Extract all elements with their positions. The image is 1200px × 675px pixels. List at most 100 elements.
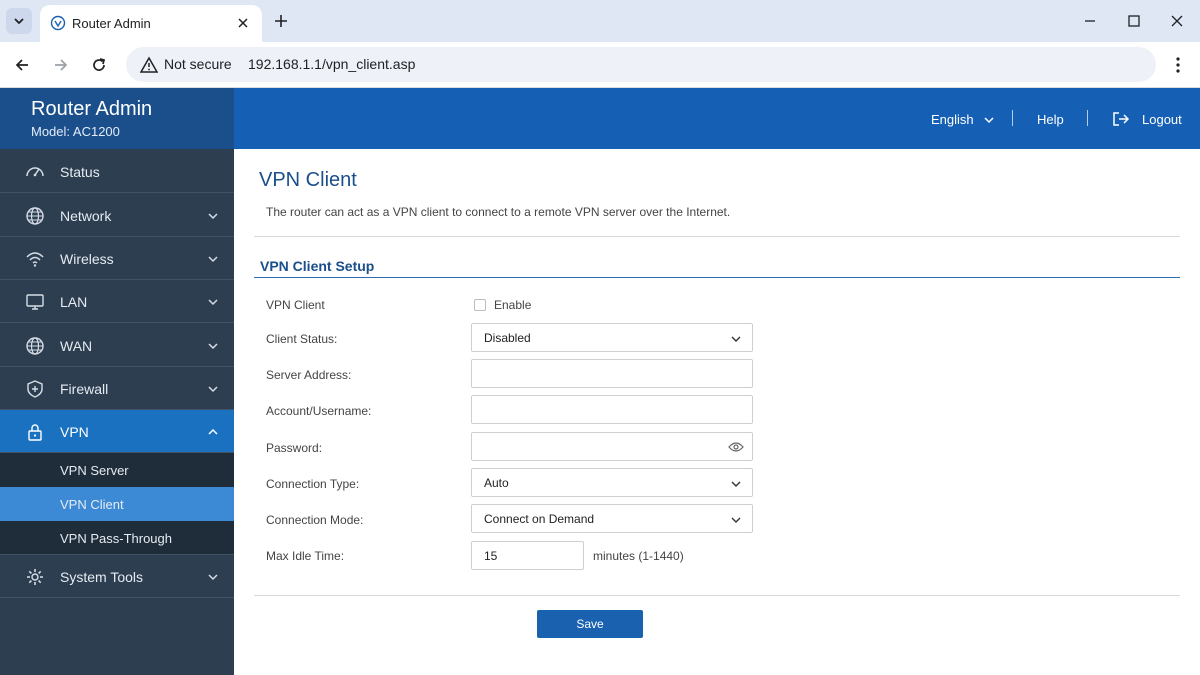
sidebar-item-system-tools[interactable]: System Tools: [0, 555, 234, 598]
chevron-down-icon: [208, 386, 218, 393]
chevron-down-icon: [208, 343, 218, 350]
connection-mode-select[interactable]: Connect on Demand: [471, 504, 753, 533]
forward-button[interactable]: [49, 53, 73, 77]
connection-mode-label: Connection Mode:: [266, 513, 364, 527]
gear-icon: [27, 569, 43, 585]
page-title: VPN Client: [259, 169, 357, 191]
close-tab-button[interactable]: [234, 14, 252, 32]
sidebar-item-label: Firewall: [60, 381, 109, 397]
chevron-down-icon: [208, 256, 218, 263]
chevron-down-icon: [731, 336, 741, 342]
max-idle-time-label: Max Idle Time:: [266, 549, 345, 563]
select-value: Auto: [484, 476, 509, 490]
eye-icon[interactable]: [728, 441, 744, 453]
globe-icon: [26, 337, 44, 355]
section-divider: [254, 277, 1180, 278]
app-title: Router Admin: [31, 98, 153, 120]
more-vertical-icon: [1176, 57, 1180, 73]
close-icon: [1171, 15, 1183, 27]
save-button[interactable]: Save: [537, 610, 643, 638]
app-header: Router Admin Model: AC1200 English Help …: [0, 88, 1200, 149]
sidebar-item-lan[interactable]: LAN: [0, 280, 234, 323]
account-username-label: Account/Username:: [266, 404, 372, 418]
lock-icon: [28, 424, 42, 441]
account-username-input[interactable]: [471, 395, 753, 424]
browser-tab[interactable]: Router Admin: [40, 5, 262, 42]
enable-label[interactable]: Enable: [494, 298, 531, 312]
address-bar[interactable]: Not secure 192.168.1.1/vpn_client.asp: [126, 47, 1156, 82]
new-tab-button[interactable]: [270, 10, 292, 32]
sidebar-item-network[interactable]: Network: [0, 194, 234, 237]
minimize-icon: [1085, 20, 1095, 22]
arrow-right-icon: [55, 59, 68, 71]
monitor-icon: [26, 294, 44, 310]
section-title: VPN Client Setup: [260, 258, 375, 274]
divider: [254, 595, 1180, 596]
help-link[interactable]: Help: [1037, 112, 1064, 127]
main-content: VPN Client The router can act as a VPN c…: [234, 149, 1200, 675]
arrow-left-icon: [15, 59, 28, 71]
header-divider: [1087, 110, 1088, 126]
max-idle-time-input[interactable]: 15: [471, 541, 584, 570]
sidebar-item-label: WAN: [60, 338, 93, 354]
connection-type-label: Connection Type:: [266, 477, 360, 491]
browser-tab-bar: Router Admin: [0, 0, 1200, 42]
plus-icon: [275, 15, 287, 27]
chevron-down-icon: [14, 18, 24, 25]
connection-type-select[interactable]: Auto: [471, 468, 753, 497]
close-window-button[interactable]: [1166, 10, 1188, 32]
password-input[interactable]: [471, 432, 753, 461]
sidebar-subitem-label: VPN Pass-Through: [60, 531, 172, 546]
sidebar-item-firewall[interactable]: Firewall: [0, 367, 234, 410]
password-label: Password:: [266, 441, 323, 455]
tab-title: Router Admin: [72, 16, 151, 31]
chevron-down-icon[interactable]: [984, 116, 994, 124]
chevron-down-icon: [731, 481, 741, 487]
browser-toolbar: Not secure 192.168.1.1/vpn_client.asp: [0, 42, 1200, 88]
sidebar-subitem-vpn-server[interactable]: VPN Server: [0, 453, 234, 487]
sidebar-subitem-vpn-pass-through[interactable]: VPN Pass-Through: [0, 521, 234, 555]
server-address-input[interactable]: [471, 359, 753, 388]
client-status-select[interactable]: Disabled: [471, 323, 753, 352]
chevron-down-icon: [208, 213, 218, 220]
sidebar-item-wan[interactable]: WAN: [0, 324, 234, 367]
tab-search-button[interactable]: [6, 8, 32, 34]
max-idle-time-unit: minutes (1-1440): [593, 549, 684, 563]
sidebar-item-label: Network: [60, 208, 112, 224]
maximize-button[interactable]: [1123, 10, 1145, 32]
sidebar-item-vpn[interactable]: VPN: [0, 410, 234, 453]
vpn-client-label: VPN Client: [266, 298, 325, 312]
select-value: Connect on Demand: [484, 512, 595, 526]
sidebar-item-wireless[interactable]: Wireless: [0, 237, 234, 280]
language-selector[interactable]: English: [931, 112, 974, 127]
sidebar-subitem-vpn-client[interactable]: VPN Client: [0, 487, 234, 521]
chevron-up-icon: [208, 428, 218, 435]
sidebar-item-status[interactable]: Status: [0, 150, 234, 193]
client-status-label: Client Status:: [266, 332, 338, 346]
reload-button[interactable]: [87, 53, 111, 77]
back-button[interactable]: [10, 53, 34, 77]
reload-icon: [93, 58, 106, 71]
security-label[interactable]: Not secure: [164, 56, 232, 72]
enable-checkbox[interactable]: [474, 299, 486, 311]
chevron-down-icon: [208, 574, 218, 581]
maximize-icon: [1128, 15, 1140, 27]
sidebar-subitem-label: VPN Client: [60, 497, 124, 512]
header-divider: [1012, 110, 1013, 126]
close-icon: [238, 18, 248, 28]
model-label: Model: AC1200: [31, 124, 120, 139]
chevron-down-icon: [731, 517, 741, 523]
sidebar-item-label: VPN: [60, 424, 89, 440]
logout-icon[interactable]: [1112, 111, 1130, 127]
sidebar: Status Network Wireless LAN WAN Firewall…: [0, 149, 234, 675]
logout-link[interactable]: Logout: [1142, 112, 1182, 127]
url-text[interactable]: 192.168.1.1/vpn_client.asp: [248, 56, 415, 72]
warning-icon: [140, 56, 158, 73]
globe-icon: [50, 15, 66, 31]
minimize-button[interactable]: [1079, 10, 1101, 32]
browser-menu-button[interactable]: [1166, 53, 1190, 77]
sidebar-item-label: System Tools: [60, 569, 143, 585]
input-value: 15: [484, 549, 498, 563]
sidebar-item-label: LAN: [60, 294, 88, 310]
page-description: The router can act as a VPN client to co…: [266, 205, 731, 219]
